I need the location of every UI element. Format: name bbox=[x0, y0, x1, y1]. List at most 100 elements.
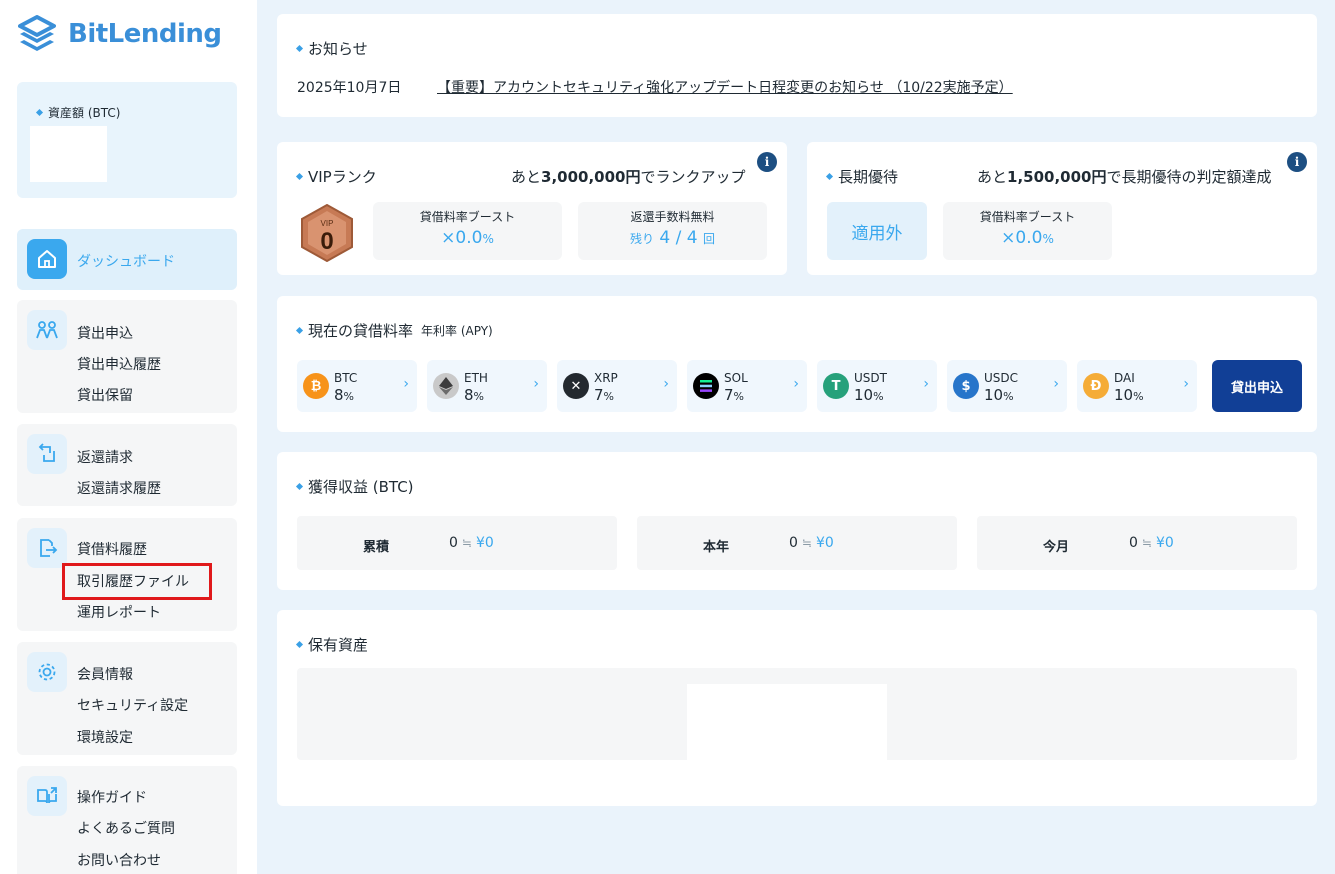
vip-boost-label: 貸借料率ブースト bbox=[419, 210, 516, 224]
earnings-value: 0 ≒ ¥0 bbox=[1129, 535, 1174, 551]
sidebar-item-contact[interactable]: お問い合わせ bbox=[77, 850, 161, 870]
coin-card-usdc[interactable]: $ USDC 10% › bbox=[947, 360, 1067, 412]
nav-group-return: 返還請求 返還請求履歴 bbox=[17, 424, 237, 506]
svg-text:0: 0 bbox=[320, 228, 333, 255]
chevron-right-icon: › bbox=[793, 376, 799, 392]
coin-rate: 7% bbox=[594, 386, 614, 404]
return-icon bbox=[27, 434, 67, 474]
info-icon[interactable]: i bbox=[1287, 152, 1307, 172]
sidebar-item-guide[interactable]: 操作ガイド bbox=[77, 787, 147, 807]
news-card: お知らせ 2025年10月7日 【重要】アカウントセキュリティ強化アップデート日… bbox=[277, 14, 1317, 117]
sidebar-item-dashboard[interactable]: ダッシュボード bbox=[77, 251, 175, 271]
bullet-icon bbox=[295, 640, 304, 649]
svg-text:VIP: VIP bbox=[321, 219, 334, 228]
book-icon bbox=[27, 776, 67, 816]
sidebar-item-member-info[interactable]: 会員情報 bbox=[77, 664, 133, 684]
chevron-right-icon: › bbox=[1053, 376, 1059, 392]
coin-rate: 10% bbox=[1114, 386, 1144, 404]
holdings-card: 保有資産 bbox=[277, 610, 1317, 806]
longterm-boost-label: 貸借料率ブースト bbox=[979, 210, 1076, 224]
asset-card: 資産額 (BTC) bbox=[17, 82, 237, 198]
nav-group-dashboard: ダッシュボード bbox=[17, 229, 237, 290]
rates-card: 現在の貸借料率 年利率 (APY) ₿ BTC 8% › ETH 8% › ✕ X… bbox=[277, 296, 1317, 432]
sidebar-item-return-request[interactable]: 返還請求 bbox=[77, 447, 133, 467]
sidebar-item-lending-pending[interactable]: 貸出保留 bbox=[77, 385, 133, 405]
vip-fee-box: 返還手数料無料 残り 4 / 4 回 bbox=[578, 202, 767, 260]
highlight-box bbox=[62, 563, 212, 600]
earnings-value: 0 ≒ ¥0 bbox=[449, 535, 494, 551]
coin-card-sol[interactable]: SOL 7% › bbox=[687, 360, 807, 412]
coin-card-dai[interactable]: Đ DAI 10% › bbox=[1077, 360, 1197, 412]
coin-rate: 10% bbox=[854, 386, 884, 404]
logo-text: BitLending bbox=[68, 19, 222, 49]
bullet-icon bbox=[295, 44, 304, 53]
rates-subtitle: 年利率 (APY) bbox=[421, 324, 493, 338]
chevron-right-icon: › bbox=[403, 376, 409, 392]
coin-card-eth[interactable]: ETH 8% › bbox=[427, 360, 547, 412]
chevron-right-icon: › bbox=[1183, 376, 1189, 392]
sidebar-item-fee-history[interactable]: 貸借料履歴 bbox=[77, 539, 147, 559]
vip-boost-value: ×0.0% bbox=[441, 228, 494, 248]
coin-name: XRP bbox=[594, 371, 618, 385]
sidebar-item-lending-history[interactable]: 貸出申込履歴 bbox=[77, 354, 161, 374]
vip-boost-box: 貸借料率ブースト ×0.0% bbox=[373, 202, 562, 260]
sidebar-item-lending-apply[interactable]: 貸出申込 bbox=[77, 323, 133, 343]
longterm-boost-box: 貸借料率ブースト ×0.0% bbox=[943, 202, 1112, 260]
coin-name: DAI bbox=[1114, 371, 1135, 385]
coin-rate: 8% bbox=[464, 386, 484, 404]
holdings-area bbox=[297, 668, 1297, 760]
file-export-icon bbox=[27, 528, 67, 568]
coin-rate: 7% bbox=[724, 386, 744, 404]
info-icon[interactable]: i bbox=[757, 152, 777, 172]
asset-label: 資産額 (BTC) bbox=[35, 104, 120, 121]
earnings-label: 本年 bbox=[703, 540, 730, 555]
earnings-year-box: 本年 0 ≒ ¥0 bbox=[637, 516, 957, 570]
vip-card: VIPランク あと3,000,000円でランクアップ i VIP 0 貸借料率ブ… bbox=[277, 142, 787, 275]
news-title: お知らせ bbox=[295, 38, 368, 59]
vip-fee-label: 返還手数料無料 bbox=[630, 210, 715, 224]
sidebar-item-report[interactable]: 運用レポート bbox=[77, 602, 161, 622]
coin-card-usdt[interactable]: T USDT 10% › bbox=[817, 360, 937, 412]
chevron-right-icon: › bbox=[533, 376, 539, 392]
asset-value bbox=[30, 126, 107, 182]
rates-title: 現在の貸借料率 年利率 (APY) bbox=[295, 320, 493, 341]
dai-icon: Đ bbox=[1083, 373, 1109, 399]
coin-rate: 10% bbox=[984, 386, 1014, 404]
earnings-value: 0 ≒ ¥0 bbox=[789, 535, 834, 551]
earnings-total-box: 累積 0 ≒ ¥0 bbox=[297, 516, 617, 570]
apply-lending-button[interactable]: 貸出申込 bbox=[1212, 360, 1302, 412]
vip-rankup-text: あと3,000,000円でランクアップ bbox=[511, 168, 746, 186]
coin-name: SOL bbox=[724, 371, 748, 385]
chevron-right-icon: › bbox=[663, 376, 669, 392]
nav-group-guide: 操作ガイド よくあるご質問 お問い合わせ bbox=[17, 766, 237, 874]
bullet-icon bbox=[825, 172, 834, 181]
sidebar-item-return-history[interactable]: 返還請求履歴 bbox=[77, 478, 161, 498]
xrp-icon: ✕ bbox=[563, 373, 589, 399]
nav-group-lending: 貸出申込 貸出申込履歴 貸出保留 bbox=[17, 300, 237, 413]
home-icon[interactable] bbox=[27, 239, 67, 279]
bullet-icon bbox=[295, 482, 304, 491]
sidebar-item-security[interactable]: セキュリティ設定 bbox=[77, 695, 188, 715]
vip-title: VIPランク bbox=[295, 166, 377, 187]
coin-name: USDC bbox=[984, 371, 1019, 385]
bullet-icon bbox=[295, 326, 304, 335]
sidebar-item-environment[interactable]: 環境設定 bbox=[77, 727, 133, 747]
coin-card-btc[interactable]: ₿ BTC 8% › bbox=[297, 360, 417, 412]
news-link[interactable]: 【重要】アカウントセキュリティ強化アップデート日程変更のお知らせ （10/22実… bbox=[437, 77, 1013, 97]
coin-name: USDT bbox=[854, 371, 887, 385]
sidebar-item-faq[interactable]: よくあるご質問 bbox=[77, 818, 175, 838]
logo[interactable]: BitLending bbox=[18, 14, 222, 54]
solana-icon bbox=[693, 373, 719, 399]
tether-icon: T bbox=[823, 373, 849, 399]
sidebar: BitLending 資産額 (BTC) ダッシュボード 貸出申込 貸出申込履歴… bbox=[0, 0, 257, 874]
news-date: 2025年10月7日 bbox=[297, 80, 402, 96]
chevron-right-icon: › bbox=[923, 376, 929, 392]
coin-rate: 8% bbox=[334, 386, 354, 404]
coin-name: ETH bbox=[464, 371, 488, 385]
coin-card-xrp[interactable]: ✕ XRP 7% › bbox=[557, 360, 677, 412]
earnings-title: 獲得収益 (BTC) bbox=[295, 476, 414, 497]
earnings-card: 獲得収益 (BTC) 累積 0 ≒ ¥0 本年 0 ≒ ¥0 今月 0 ≒ ¥0 bbox=[277, 452, 1317, 590]
vip-fee-value: 残り 4 / 4 回 bbox=[629, 228, 715, 248]
longterm-status: 適用外 bbox=[827, 202, 927, 260]
vip-badge-icon: VIP 0 bbox=[301, 204, 353, 262]
